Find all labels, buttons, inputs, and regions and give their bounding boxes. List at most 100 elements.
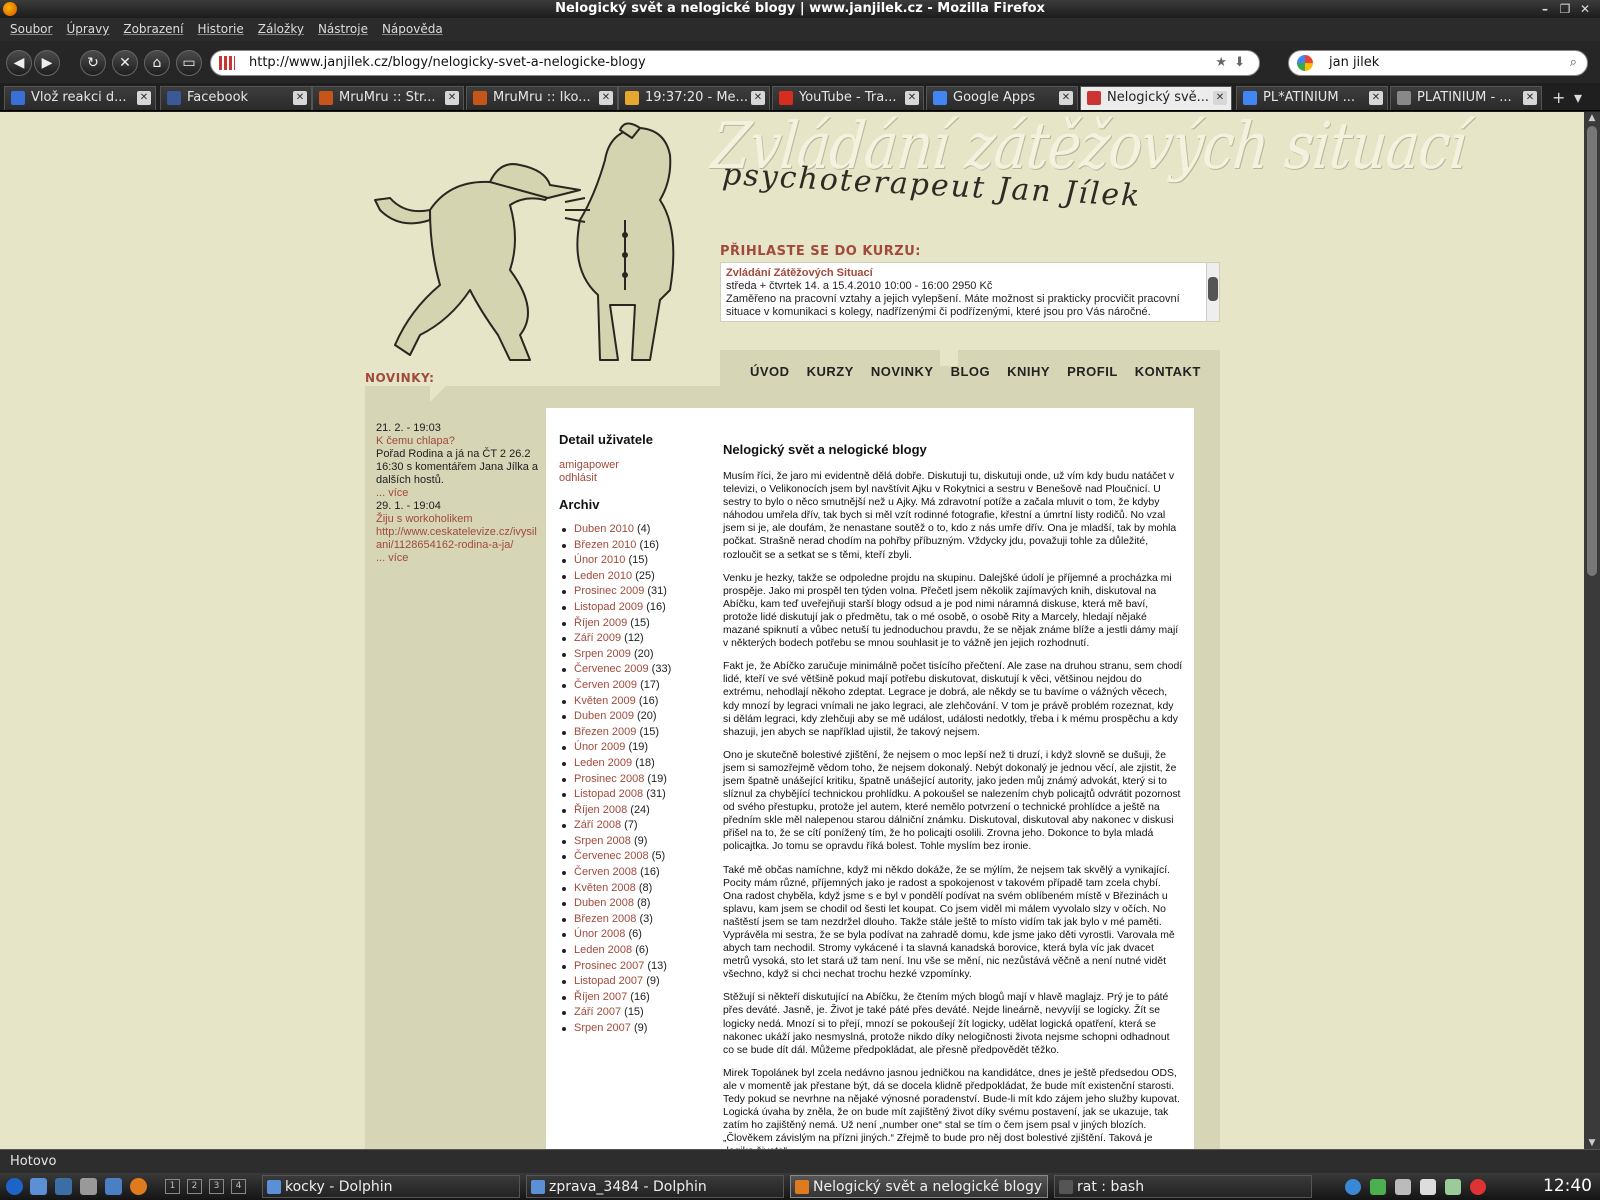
taskbar-task[interactable]: kocky - Dolphin bbox=[262, 1175, 520, 1198]
forward-button[interactable]: ▶ bbox=[34, 50, 60, 76]
bookmarks-button[interactable]: ▭ bbox=[176, 50, 202, 76]
network-icon[interactable] bbox=[1345, 1179, 1361, 1195]
tab-2[interactable]: Facebook ✕ bbox=[160, 86, 312, 110]
archive-month-link[interactable]: Duben 2010 bbox=[574, 523, 634, 535]
scroll-up-icon[interactable]: ▲ bbox=[1584, 112, 1600, 124]
course-title[interactable]: Zvládání Zátěžových Situací bbox=[726, 267, 1201, 280]
archive-month-link[interactable]: Červen 2008 bbox=[574, 866, 637, 878]
archive-month-link[interactable]: Duben 2008 bbox=[574, 897, 634, 909]
archive-month-link[interactable]: Prosinec 2008 bbox=[574, 773, 644, 785]
nav-novinky[interactable]: NOVINKY bbox=[871, 364, 934, 379]
news-more-link[interactable]: ... více bbox=[376, 552, 541, 565]
archive-month-link[interactable]: Duben 2009 bbox=[574, 710, 634, 722]
news-url-link[interactable]: http://www.ceskatelevize.cz/ivysilani/11… bbox=[376, 526, 541, 552]
tools-launcher-icon[interactable] bbox=[80, 1178, 97, 1195]
reload-button[interactable]: ↻ bbox=[80, 50, 106, 76]
nav-blog[interactable]: BLOG bbox=[951, 364, 991, 379]
menu-napoveda[interactable]: Nápověda bbox=[375, 18, 450, 41]
news-title-link[interactable]: Žiju s workoholikem bbox=[376, 513, 541, 526]
tab-8[interactable]: Nelogický svě... ✕ bbox=[1080, 86, 1232, 110]
archive-month-link[interactable]: Prosinec 2007 bbox=[574, 960, 644, 972]
menu-zobrazeni[interactable]: Zobrazení bbox=[116, 18, 190, 41]
back-button[interactable]: ◀ bbox=[6, 50, 32, 76]
tab-1[interactable]: Vlož reakci d... ✕ bbox=[4, 86, 156, 110]
archive-month-link[interactable]: Červenec 2009 bbox=[574, 663, 649, 675]
tab-10[interactable]: PLATINIUM - ... ✕ bbox=[1390, 86, 1542, 110]
tab-close-icon[interactable]: ✕ bbox=[1369, 91, 1383, 105]
battery-icon[interactable] bbox=[1445, 1179, 1461, 1195]
tab-close-icon[interactable]: ✕ bbox=[1213, 91, 1227, 105]
archive-month-link[interactable]: Březen 2008 bbox=[574, 913, 636, 925]
desktop-2[interactable]: 2 bbox=[187, 1179, 202, 1194]
archive-month-link[interactable]: Leden 2008 bbox=[574, 944, 632, 956]
news-more-link[interactable]: ... více bbox=[376, 487, 541, 500]
dolphin-launcher-icon[interactable] bbox=[30, 1178, 47, 1195]
archive-month-link[interactable]: Leden 2010 bbox=[574, 570, 632, 582]
tab-close-icon[interactable]: ✕ bbox=[293, 91, 307, 105]
close-window-icon[interactable]: ✕ bbox=[1576, 0, 1594, 18]
archive-month-link[interactable]: Srpen 2009 bbox=[574, 648, 631, 660]
archive-month-link[interactable]: Únor 2008 bbox=[574, 928, 625, 940]
desktop-4[interactable]: 4 bbox=[231, 1179, 246, 1194]
archive-month-link[interactable]: Leden 2009 bbox=[574, 757, 632, 769]
tab-close-icon[interactable]: ✕ bbox=[1523, 91, 1537, 105]
news-title-link[interactable]: K čemu chlapa? bbox=[376, 435, 541, 448]
system-launcher-icon[interactable] bbox=[105, 1178, 122, 1195]
tab-5[interactable]: 19:37:20 - Me... ✕ bbox=[618, 86, 770, 110]
nav-uvod[interactable]: ÚVOD bbox=[750, 364, 790, 379]
archive-month-link[interactable]: Srpen 2008 bbox=[574, 835, 631, 847]
stop-button[interactable]: ✕ bbox=[112, 50, 138, 76]
tab-list-icon[interactable]: ▾ bbox=[1574, 88, 1582, 107]
tab-7[interactable]: Google Apps ✕ bbox=[926, 86, 1078, 110]
archive-month-link[interactable]: Únor 2009 bbox=[574, 741, 625, 753]
archive-month-link[interactable]: Listopad 2008 bbox=[574, 788, 643, 800]
taskbar-task[interactable]: zprava_3484 - Dolphin bbox=[526, 1175, 784, 1198]
nav-knihy[interactable]: KNIHY bbox=[1007, 364, 1050, 379]
desktop-1[interactable]: 1 bbox=[165, 1179, 180, 1194]
menu-historie[interactable]: Historie bbox=[190, 18, 250, 41]
archive-month-link[interactable]: Březen 2009 bbox=[574, 726, 636, 738]
url-bar[interactable]: http://www.janjilek.cz/blogy/nelogicky-s… bbox=[210, 50, 1260, 76]
archive-month-link[interactable]: Prosinec 2009 bbox=[574, 585, 644, 597]
archive-month-link[interactable]: Říjen 2008 bbox=[574, 804, 627, 816]
archive-month-link[interactable]: Červenec 2008 bbox=[574, 850, 649, 862]
minimize-icon[interactable]: – bbox=[1536, 0, 1554, 18]
nav-kontakt[interactable]: KONTAKT bbox=[1135, 364, 1201, 379]
volume-icon[interactable] bbox=[1395, 1179, 1411, 1195]
nav-kurzy[interactable]: KURZY bbox=[807, 364, 854, 379]
tab-4[interactable]: MruMru :: Iko... ✕ bbox=[466, 86, 618, 110]
taskbar-task[interactable]: rat : bash bbox=[1054, 1175, 1312, 1198]
home-button[interactable]: ⌂ bbox=[144, 50, 170, 76]
terminal-launcher-icon[interactable] bbox=[55, 1178, 72, 1195]
tab-close-icon[interactable]: ✕ bbox=[599, 91, 613, 105]
tab-close-icon[interactable]: ✕ bbox=[445, 91, 459, 105]
maximize-icon[interactable]: ❐ bbox=[1556, 0, 1574, 18]
tab-close-icon[interactable]: ✕ bbox=[751, 91, 765, 105]
menu-soubor[interactable]: Soubor bbox=[0, 18, 59, 41]
clock[interactable]: 12:40 bbox=[1543, 1173, 1592, 1200]
archive-month-link[interactable]: Květen 2009 bbox=[574, 695, 636, 707]
archive-month-link[interactable]: Září 2009 bbox=[574, 632, 621, 644]
archive-month-link[interactable]: Březen 2010 bbox=[574, 539, 636, 551]
menu-upravy[interactable]: Úpravy bbox=[59, 18, 116, 41]
tab-close-icon[interactable]: ✕ bbox=[137, 91, 151, 105]
archive-month-link[interactable]: Srpen 2007 bbox=[574, 1022, 631, 1034]
tab-9[interactable]: PL*ATINIUM ... ✕ bbox=[1236, 86, 1388, 110]
app-menu-icon[interactable] bbox=[6, 1178, 23, 1195]
course-scrollbar[interactable] bbox=[1206, 263, 1219, 321]
archive-month-link[interactable]: Říjen 2007 bbox=[574, 991, 627, 1003]
bookmark-star-icon[interactable]: ★ bbox=[1215, 51, 1227, 75]
archive-month-link[interactable]: Listopad 2009 bbox=[574, 601, 643, 613]
scroll-down-icon[interactable]: ▼ bbox=[1584, 1137, 1600, 1149]
search-icon[interactable]: ⌕ bbox=[1570, 51, 1577, 75]
desktop-3[interactable]: 3 bbox=[209, 1179, 224, 1194]
username-link[interactable]: amigapower bbox=[559, 459, 709, 472]
archive-month-link[interactable]: Únor 2010 bbox=[574, 554, 625, 566]
archive-month-link[interactable]: Červen 2009 bbox=[574, 679, 637, 691]
notification-icon[interactable] bbox=[1470, 1179, 1486, 1195]
tab-3[interactable]: MruMru :: Str... ✕ bbox=[312, 86, 464, 110]
menu-nastroje[interactable]: Nástroje bbox=[311, 18, 375, 41]
archive-month-link[interactable]: Září 2007 bbox=[574, 1006, 621, 1018]
new-tab-icon[interactable]: + bbox=[1552, 88, 1565, 107]
updates-icon[interactable] bbox=[1370, 1179, 1386, 1195]
